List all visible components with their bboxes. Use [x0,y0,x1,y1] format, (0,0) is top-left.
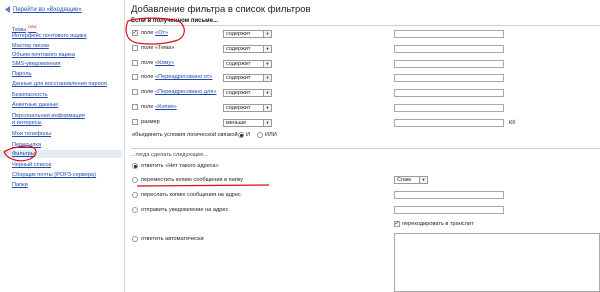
size-unit-label: Кб [509,120,516,126]
condition-divider [131,25,600,26]
settings-sidebar: Перейти во «Входящие» Темыnew Интерфейс … [0,0,122,292]
sidebar-item-folders[interactable]: Папки [12,182,28,188]
action-move-copy-label: переместить копию сообщения в папку [141,177,244,183]
back-to-inbox-link[interactable]: Перейти во «Входящие» [13,7,82,13]
forwarded-to-field-label: поле «Переадресовано для» [141,89,217,95]
action-no-such-address-label: ответить «Нет такого адреса» [141,163,219,169]
sidebar-item-password-recovery[interactable]: Данные для восстановления пароля [12,81,107,87]
forwarded-from-checkbox[interactable] [132,74,138,80]
from-field-link[interactable]: «От» [155,30,168,36]
folder-select[interactable]: Спам ▼ [394,176,428,184]
sidebar-item-sms[interactable]: SMS-уведомления [12,61,61,67]
chevron-down-icon: ▼ [263,90,271,96]
subject-value-input[interactable] [394,45,504,53]
cc-operator-select[interactable]: содержит ▼ [223,104,272,112]
cc-field-label: поле «Копия» [141,104,177,110]
forwarded-to-checkbox[interactable] [132,89,138,95]
forwarded-to-field-link[interactable]: «Переадресовано для» [155,89,216,95]
action-auto-reply-radio[interactable] [132,236,138,242]
sidebar-item-letter-wizard[interactable]: Мастер писем [12,43,49,49]
action-move-copy-radio[interactable] [132,177,138,183]
size-value-input[interactable] [394,119,504,127]
from-field-label: поле «От» [141,30,169,36]
forwarded-from-operator-select[interactable]: содержит ▼ [223,74,272,82]
forwarded-from-value-input[interactable] [394,74,504,82]
forwarded-from-field-link[interactable]: «Переадресовано от» [155,74,212,80]
sidebar-divider [124,0,125,292]
sidebar-item-phones[interactable]: Мои телефоны [12,131,51,137]
action-heading: ...тогда сделать следующее... [131,152,208,158]
chevron-down-icon: ▼ [419,177,427,183]
combine-and-label: И [246,132,251,138]
action-no-such-address-radio[interactable] [132,163,138,169]
action-notify-radio[interactable] [132,207,138,213]
sidebar-item-themes[interactable]: Темыnew [12,24,36,33]
checkmark-icon: ✓ [132,30,138,36]
to-value-input[interactable] [394,60,504,68]
to-field-label: поле «Кому» [141,60,175,66]
forward-address-input[interactable] [394,191,504,199]
chevron-down-icon: ▼ [263,31,271,37]
annotation-underline-move-copy [136,184,270,187]
size-operator-select[interactable]: меньше ▼ [223,119,272,127]
forwarded-to-operator-select[interactable]: содержит ▼ [223,89,272,97]
sidebar-item-mailbox-size[interactable]: Объем почтового ящика [12,52,75,58]
subject-checkbox[interactable] [132,45,138,51]
size-checkbox[interactable] [132,119,138,125]
sidebar-item-filters[interactable]: Фильтры [0,150,122,158]
cc-field-link[interactable]: «Копия» [155,104,177,110]
notify-address-input[interactable] [394,206,504,214]
sidebar-item-profile[interactable]: Анкетные данные [12,102,58,108]
cc-value-input[interactable] [394,104,504,112]
cc-checkbox[interactable] [132,104,138,110]
sidebar-item-password[interactable]: Пароль [12,71,31,77]
sidebar-item-forwarding[interactable]: Пересылка [12,142,41,148]
forwarded-from-field-label: поле «Переадресовано от» [141,74,213,80]
sidebar-item-blacklist[interactable]: Черный список [12,162,51,168]
combine-or-label: ИЛИ [265,132,277,138]
sidebar-item-pop3-collector[interactable]: Сборщик почты (POP3-сервера) [12,172,96,178]
subject-operator-select[interactable]: содержит ▼ [223,45,272,53]
combine-label: объединить условия логической связкой [132,132,238,138]
to-checkbox[interactable] [132,60,138,66]
subject-field-label: поле «Тема» [141,45,175,51]
action-auto-reply-label: ответить автоматически [141,236,204,242]
combine-or-radio[interactable] [257,132,263,138]
back-arrow-icon [5,6,10,13]
to-operator-select[interactable]: содержит ▼ [223,60,272,68]
auto-reply-textarea[interactable] [394,233,600,292]
combine-and-radio[interactable] [238,132,244,138]
sidebar-item-security[interactable]: Безопасность [12,92,48,98]
chevron-down-icon: ▼ [263,46,271,52]
chevron-down-icon: ▼ [263,61,271,67]
to-field-link[interactable]: «Кому» [155,60,174,66]
transliterate-label: перекодировать в транслит [402,221,474,227]
new-badge: new [28,24,37,29]
sidebar-item-interface[interactable]: Интерфейс почтового ящика [12,33,87,39]
from-operator-select[interactable]: содержит ▼ [223,30,272,38]
from-checkbox[interactable]: ✓ [132,30,138,36]
action-divider [131,148,600,149]
page-title: Добавление фильтра в список фильтров [131,4,311,15]
transliterate-checkbox[interactable]: ✓ [394,221,400,227]
forwarded-to-value-input[interactable] [394,89,504,97]
chevron-down-icon: ▼ [263,105,271,111]
action-notify-label: отправить уведомление на адрес [141,207,229,213]
chevron-down-icon: ▼ [263,75,271,81]
sidebar-item-interests[interactable]: и интересы [12,120,42,126]
action-forward-copy-radio[interactable] [132,192,138,198]
sidebar-item-personal-info[interactable]: Персональная информация [12,113,85,119]
checkmark-icon: ✓ [394,221,400,227]
from-value-input[interactable] [394,30,504,38]
chevron-down-icon: ▼ [263,120,271,126]
size-field-label: размер [141,119,160,125]
action-forward-copy-label: переслать копию сообщения на адрес [141,192,241,198]
condition-heading: Если в полученном письме... [131,18,218,24]
